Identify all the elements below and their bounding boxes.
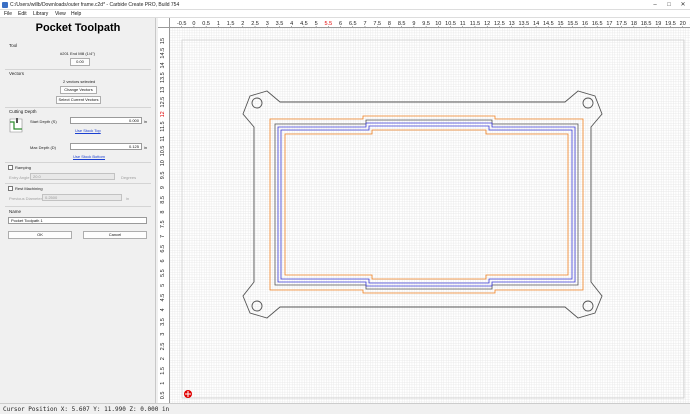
- y-ruler-label: 5.5: [160, 269, 166, 277]
- y-ruler-label: 8: [160, 211, 166, 214]
- y-ruler-label: 13: [160, 87, 166, 93]
- depth-diagram-icon: [9, 117, 23, 133]
- y-ruler-label: 3: [160, 333, 166, 336]
- max-depth-label: Max Depth (D): [30, 145, 57, 150]
- horizontal-ruler: -0.5 0 0.5 1 1.5 2 2.5 3 3.5 4 4.5 5 5.5 6 6.5 7 7.5 8 8.5…: [170, 18, 690, 28]
- cancel-button[interactable]: Cancel: [83, 231, 147, 239]
- cursor-position-readout: Cursor Position X: 5.607 Y: 11.990 Z: 0.…: [3, 406, 170, 413]
- ruler-corner: [158, 18, 170, 28]
- max-depth-input[interactable]: 0.125: [70, 143, 142, 150]
- title-bar: C:/Users/willb/Downloads/outer frame.c2d…: [0, 0, 690, 10]
- start-depth-unit: in: [144, 119, 148, 124]
- entry-angle-input[interactable]: 20.0: [30, 173, 115, 180]
- origin-marker-icon: [184, 390, 192, 398]
- y-ruler-label: 0.5: [160, 392, 166, 400]
- status-bar: Cursor Position X: 5.607 Y: 11.990 Z: 0.…: [0, 403, 690, 414]
- entry-angle-label: Entry Angle: [9, 175, 30, 180]
- y-ruler-label: 8.5: [160, 196, 166, 204]
- start-depth-label: Start Depth (S): [30, 119, 57, 124]
- previous-diameter-label: Previous Diameter: [9, 196, 42, 201]
- separator: [5, 162, 151, 163]
- ok-button[interactable]: OK: [8, 231, 72, 239]
- rest-machining-label: Rest Machining: [15, 186, 43, 191]
- previous-diameter-input[interactable]: 0.2500: [42, 194, 122, 201]
- outer-frame-vector[interactable]: [242, 90, 603, 319]
- y-ruler-label: 14: [160, 62, 166, 68]
- max-depth-unit: in: [144, 145, 148, 150]
- y-ruler-label: 4.5: [160, 294, 166, 302]
- y-ruler-label: 5: [160, 284, 166, 287]
- grid: [170, 28, 690, 403]
- minimize-icon[interactable]: –: [648, 0, 662, 10]
- y-ruler-label: 7.5: [160, 220, 166, 228]
- ramping-checkbox[interactable]: [8, 165, 13, 170]
- select-current-vectors-button[interactable]: Select Current Vectors: [56, 96, 101, 104]
- menu-view[interactable]: View: [55, 11, 66, 17]
- y-ruler-label: 2: [160, 357, 166, 360]
- window-title: C:/Users/willb/Downloads/outer frame.c2d…: [10, 2, 180, 8]
- y-ruler-label: 6: [160, 259, 166, 262]
- vertical-ruler: 15 14.5 14 13.5 13 12.5 12 11.5 11 10.5 10 9.5 9 8.5 8…: [158, 28, 170, 403]
- maximize-icon[interactable]: □: [662, 0, 676, 10]
- use-stock-bottom-link[interactable]: Use Stock Bottom: [73, 154, 105, 159]
- toolpath-panel: Pocket Toolpath Tool #201 End Mill (1/4"…: [0, 18, 156, 403]
- vectors-section-label: Vectors: [9, 71, 25, 76]
- toolpath-name-input[interactable]: Pocket Toolpath 1: [8, 217, 147, 224]
- separator: [5, 69, 151, 70]
- y-ruler-label: 12.5: [160, 97, 166, 108]
- y-ruler-label: 12: [160, 111, 166, 117]
- y-ruler-label: 1.5: [160, 367, 166, 375]
- close-icon[interactable]: ✕: [676, 0, 690, 10]
- y-ruler-label: 1: [160, 382, 166, 385]
- panel-heading: Pocket Toolpath: [35, 22, 121, 34]
- tool-value-button[interactable]: 0.00: [70, 58, 90, 66]
- y-ruler-label: 10: [160, 160, 166, 166]
- y-ruler-label: 13.5: [160, 72, 166, 83]
- separator: [5, 183, 151, 184]
- y-ruler-label: 11.5: [160, 121, 166, 131]
- y-ruler-label: 3.5: [160, 318, 166, 326]
- y-ruler-label: 9: [160, 186, 166, 189]
- start-depth-input[interactable]: 0.000: [70, 117, 142, 124]
- y-ruler-label: 11: [160, 136, 166, 142]
- y-ruler-label: 4: [160, 308, 166, 311]
- y-ruler-label: 7: [160, 235, 166, 238]
- y-ruler-label: 10.5: [160, 146, 166, 157]
- design-canvas[interactable]: [170, 28, 690, 403]
- previous-diameter-unit: in: [126, 196, 130, 201]
- vectors-selected-text: 2 vectors selected: [63, 79, 96, 84]
- y-ruler-label: 14.5: [160, 48, 166, 59]
- app-icon: [2, 2, 8, 8]
- name-section-label: Name: [9, 209, 22, 214]
- y-ruler-label: 6.5: [160, 245, 166, 253]
- menu-edit[interactable]: Edit: [18, 11, 27, 17]
- use-stock-top-link[interactable]: Use Stock Top: [75, 128, 101, 133]
- menu-file[interactable]: File: [4, 11, 12, 17]
- rest-machining-checkbox[interactable]: [8, 186, 13, 191]
- y-ruler-label: 9.5: [160, 172, 166, 180]
- menu-library[interactable]: Library: [33, 11, 48, 17]
- separator: [5, 107, 151, 108]
- separator: [5, 206, 151, 207]
- change-vectors-button[interactable]: Change Vectors: [60, 86, 97, 94]
- menu-bar: File Edit Library View Help: [0, 10, 690, 18]
- y-ruler-label: 2.5: [160, 343, 166, 351]
- ramping-label: Ramping: [15, 165, 32, 170]
- menu-help[interactable]: Help: [71, 11, 81, 17]
- y-ruler-label: 15: [160, 38, 166, 44]
- tool-name[interactable]: #201 End Mill (1/4"): [60, 51, 95, 56]
- cutting-depth-section-label: Cutting Depth: [9, 109, 37, 114]
- tool-section-label: Tool: [9, 43, 18, 48]
- entry-angle-unit: Degrees: [121, 175, 137, 180]
